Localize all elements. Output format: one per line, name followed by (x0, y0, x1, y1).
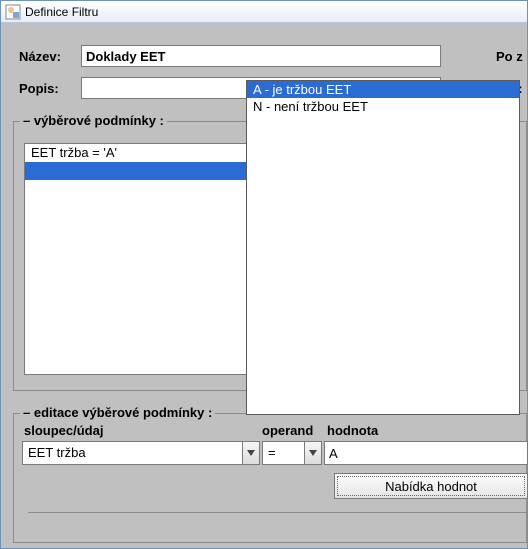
filter-definition-window: Definice Filtru Název: Po z Popis: e: – … (0, 0, 528, 549)
edit-condition-group: – editace výběrové podmínky : sloupec/úd… (13, 413, 527, 543)
separator (28, 512, 526, 513)
value-dropdown-list[interactable]: A - je tržbou EET N - není tržbou EET (246, 80, 520, 415)
column-combo-text[interactable]: EET tržba (22, 441, 242, 465)
dropdown-item[interactable]: A - je tržbou EET (247, 81, 519, 98)
operand-combo[interactable]: = (262, 441, 322, 465)
app-icon (5, 4, 21, 20)
name-label: Název: (19, 49, 81, 64)
desc-label: Popis: (19, 81, 81, 96)
dropdown-item[interactable]: N - není tržbou EET (247, 98, 519, 115)
conditions-legend: – výběrové podmínky : (20, 113, 167, 128)
titlebar[interactable]: Definice Filtru (1, 1, 527, 23)
operand-label: operand (262, 423, 313, 438)
right-label-fragment-1: Po z (496, 49, 523, 64)
value-label: hodnota (327, 423, 378, 438)
operand-combo-text[interactable]: = (262, 441, 304, 465)
chevron-down-icon[interactable] (304, 441, 322, 465)
name-input[interactable] (81, 45, 441, 67)
column-label: sloupec/údaj (24, 423, 103, 438)
value-input[interactable] (324, 441, 528, 465)
column-combo[interactable]: EET tržba (22, 441, 260, 465)
client-area: Název: Po z Popis: e: – výběrové podmínk… (1, 23, 527, 548)
edit-legend: – editace výběrové podmínky : (20, 405, 215, 420)
window-title: Definice Filtru (25, 5, 98, 19)
offer-values-button[interactable]: Nabídka hodnot (334, 473, 528, 499)
chevron-down-icon[interactable] (242, 441, 260, 465)
